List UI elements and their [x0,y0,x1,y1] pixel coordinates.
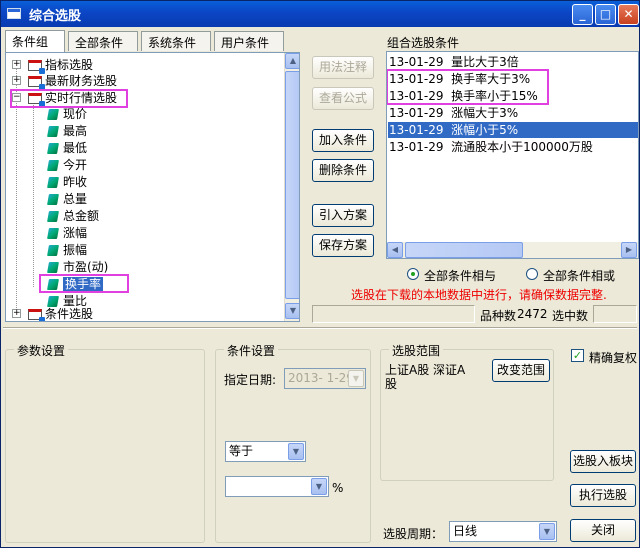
scroll-right-icon[interactable]: ▶ [621,242,637,258]
expand-icon[interactable]: + [12,76,21,85]
period-select[interactable]: 日线 ▼ [449,521,557,542]
date-label: 指定日期: [224,373,277,387]
expand-icon[interactable]: + [12,60,21,69]
status-bar-blank [312,305,475,323]
folder-icon [28,76,45,90]
range-text: 上证A股 深证A股 [385,363,466,391]
params-group: 参数设置 [5,342,205,543]
adjust-checkbox[interactable]: ✓ [571,349,584,362]
indicator-icon [47,143,59,154]
period-label: 选股周期： [383,527,444,541]
operator-select[interactable]: 等于 ▼ [225,441,306,462]
tree-leaf[interactable]: 总金额 [47,208,99,224]
tab-all-conditions[interactable]: 全部条件 [68,31,138,51]
indicator-icon [47,177,59,188]
annotation-button[interactable]: 用法注释 [312,56,374,79]
count-value: 2472 [517,307,548,321]
value-input[interactable]: ▼ [225,476,329,497]
date-picker[interactable]: 2013- 1-29 ▼ [284,368,366,389]
tree-leaf[interactable]: 市盈(动) [47,259,108,275]
indicator-icon [47,126,59,137]
close-window-button[interactable]: ✕ [618,4,639,25]
tree-leaf[interactable]: 最低 [47,140,87,156]
condition-row[interactable]: 13-01-29 涨幅大于3% [389,105,518,121]
selected-count-value [593,305,637,323]
count-label: 品种数 [480,309,517,323]
params-title: 参数设置 [14,342,69,359]
indicator-icon [47,109,59,120]
tab-condition-group[interactable]: 条件组 [5,30,65,52]
dropdown-icon[interactable]: ▼ [288,443,304,460]
expand-icon[interactable]: + [12,309,21,318]
window-title: 综合选股 [29,9,82,24]
tab-system-conditions[interactable]: 系统条件 [141,31,211,51]
condition-row[interactable]: 13-01-29 量比大于3倍 [389,54,519,70]
tree-leaf[interactable]: 涨幅 [47,225,87,241]
title-bar[interactable]: 综合选股 _ □ ✕ [1,1,639,27]
tree-leaf[interactable]: 总量 [47,191,87,207]
indicator-icon [47,160,59,171]
range-title: 选股范围 [389,342,444,359]
all-or-label: 全部条件相或 [543,269,616,283]
combo-conditions-title: 组合选股条件 [387,36,460,50]
import-plan-button[interactable]: 引入方案 [312,204,374,227]
condition-tree[interactable]: + 指标选股 + 最新财务选股 − 实时行情选股 现价 最高 最低 今开 昨收 … [5,52,300,322]
adjust-label: 精确复权 [589,351,638,365]
tree-leaf[interactable]: 现价 [47,106,87,122]
unit-label: % [332,481,344,495]
scroll-up-icon[interactable]: ▲ [285,53,299,69]
maximize-button[interactable]: □ [595,4,616,25]
dropdown-icon[interactable]: ▼ [539,523,555,540]
indicator-icon [47,228,59,239]
window-icon [7,8,21,19]
indicator-icon [47,211,59,222]
tab-user-conditions[interactable]: 用户条件 [214,31,284,51]
minimize-button[interactable]: _ [572,4,593,25]
tree-leaf[interactable]: 振幅 [47,242,87,258]
condition-row-selected[interactable]: 13-01-29 涨幅小于5% [388,122,638,138]
highlight-box [387,69,549,105]
view-formula-button[interactable]: 查看公式 [312,87,374,110]
combo-conditions-list[interactable]: 13-01-29 量比大于3倍 13-01-29 换手率大于3% 13-01-2… [386,51,639,259]
save-plan-button[interactable]: 保存方案 [312,234,374,257]
change-range-button[interactable]: 改变范围 [492,359,550,382]
scroll-left-icon[interactable]: ◀ [387,242,403,258]
radio-all-or[interactable] [526,268,538,280]
all-and-label: 全部条件相与 [424,269,497,283]
selected-count-label: 选中数 [552,309,589,323]
add-condition-button[interactable]: 加入条件 [312,129,374,152]
dropdown-icon[interactable]: ▼ [311,478,327,495]
scroll-down-icon[interactable]: ▼ [285,303,299,319]
tree-leaf[interactable]: 最高 [47,123,87,139]
delete-condition-button[interactable]: 删除条件 [312,159,374,182]
scroll-thumb[interactable] [285,71,299,299]
highlight-box [39,274,129,293]
condition-row[interactable]: 13-01-29 流通股本小于100000万股 [389,139,593,155]
condition-settings-title: 条件设置 [224,342,279,359]
dropdown-icon[interactable]: ▼ [348,370,364,387]
tree-scrollbar[interactable]: ▲ ▼ [284,53,299,321]
indicator-icon [47,245,59,256]
close-button[interactable]: 关闭 [570,519,636,542]
tree-leaf[interactable]: 今开 [47,157,87,173]
indicator-icon [47,262,59,273]
indicator-icon [47,194,59,205]
radio-all-and[interactable] [407,268,419,280]
stock-screener-window: 综合选股 _ □ ✕ 条件组 全部条件 系统条件 用户条件 + 指标选股 + 最… [0,0,640,548]
list-hscrollbar[interactable]: ◀ ▶ [387,242,638,258]
highlight-box [10,89,128,108]
to-block-button[interactable]: 选股入板块 [570,450,636,473]
scroll-thumb[interactable] [405,242,523,258]
tree-leaf[interactable]: 昨收 [47,174,87,190]
divider [3,327,637,329]
folder-icon [28,60,45,74]
folder-icon [28,309,45,321]
run-screen-button[interactable]: 执行选股 [570,484,636,507]
data-warning: 选股在下载的本地数据中进行，请确保数据完整. [351,288,607,302]
